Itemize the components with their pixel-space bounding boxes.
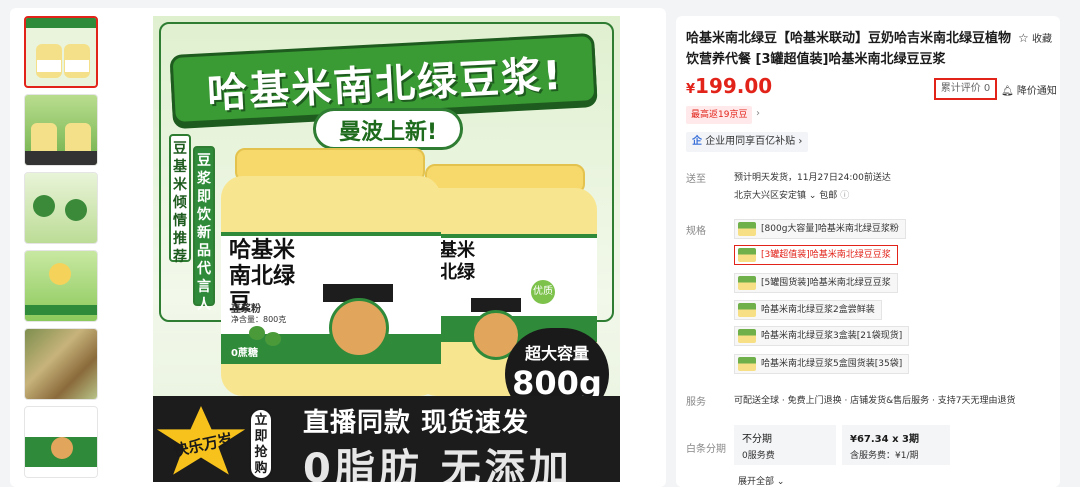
- bean-decoration: [249, 326, 265, 340]
- installment-label: 白条分期: [686, 444, 726, 455]
- bean-decoration: [265, 332, 281, 346]
- price: ¥199.00: [686, 74, 772, 98]
- spec-option[interactable]: 哈基米南北绿豆浆5盒囤货装[35袋]: [734, 354, 910, 374]
- spec-option-label: [5罐囤货装]哈基米南北绿豆豆浆: [761, 278, 891, 288]
- capacity-label: 超大容量: [524, 344, 589, 363]
- vertical-tag-right: 豆浆即饮新品代言人: [193, 146, 215, 313]
- spec-option[interactable]: [5罐囤货装]哈基米南北绿豆豆浆: [734, 273, 898, 293]
- spec-thumbnail: [738, 248, 756, 262]
- review-count[interactable]: 累计评价 0: [934, 78, 997, 100]
- subline-text: 曼波上新!: [338, 120, 438, 145]
- chevron-down-icon[interactable]: ⌄: [809, 191, 819, 201]
- cat-mascot: [329, 298, 389, 358]
- spec-label: 规格: [686, 226, 706, 237]
- price-currency: ¥: [686, 82, 696, 97]
- bell-icon: 🔔︎: [1001, 86, 1014, 97]
- price-value: 199.00: [695, 74, 773, 98]
- zero-fat-text: 0脂肪 无添加: [303, 446, 573, 482]
- vertical-tag-left: 豆基米倾情推荐: [169, 134, 191, 265]
- thumbnail-3[interactable]: [24, 172, 98, 244]
- youzhi-badge: 优质: [531, 280, 555, 304]
- enterprise-icon: 企: [692, 136, 702, 147]
- product-gallery: 哈基米南北绿豆浆! 曼波上新! 豆基米倾情推荐 豆浆即饮新品代言人 哈基米南北绿…: [10, 8, 666, 487]
- product-info-panel: 哈基米南北绿豆【哈基米联动】豆奶哈吉米南北绿豆植物饮营养代餐 [3罐超值装]哈基…: [676, 16, 1060, 487]
- shipping-estimate: 预计明天发货，11月27日24:00前送达: [734, 173, 891, 183]
- spec-thumbnail: [738, 329, 756, 343]
- spec-option[interactable]: 哈基米南北绿豆浆3盒装[21袋现货]: [734, 326, 910, 346]
- chevron-down-icon: ⌄: [776, 477, 785, 487]
- spec-option-label: 哈基米南北绿豆浆2盒尝鲜装: [761, 305, 875, 315]
- spec-thumbnail: [738, 357, 756, 371]
- info-icon[interactable]: ⓘ: [840, 191, 849, 201]
- installment-option[interactable]: 不分期 0服务费: [734, 425, 836, 465]
- main-product-image: 哈基米南北绿豆浆! 曼波上新! 豆基米倾情推荐 豆浆即饮新品代言人 哈基米南北绿…: [153, 16, 620, 482]
- installment-sub: 0服务费: [742, 451, 775, 461]
- thumbnail-1[interactable]: [24, 16, 98, 88]
- spec-option-label: 哈基米南北绿豆浆5盒囤货装[35袋]: [761, 359, 903, 369]
- chevron-right-icon: ›: [798, 136, 803, 147]
- service-label: 服务: [686, 397, 706, 408]
- service-text: 可配送全球 · 免费上门退换 · 店铺发货&售后服务 · 支持7天无理由退货: [734, 396, 1016, 406]
- thumbnail-list: [24, 16, 98, 484]
- thumbnail-5[interactable]: [24, 328, 98, 400]
- chevron-right-icon[interactable]: ›: [756, 108, 760, 119]
- thumbnail-6[interactable]: [24, 406, 98, 478]
- live-text: 直播同款 现货速发: [303, 408, 530, 438]
- enterprise-subsidy-link[interactable]: 企 企业用同享百亿补贴 ›: [686, 132, 809, 152]
- favorite-label: 收藏: [1031, 34, 1052, 45]
- jar-sugar-label: 0蔗糖: [231, 348, 258, 359]
- installment-option[interactable]: ¥67.34 x 3期 含服务费：¥1/期: [842, 425, 950, 465]
- spec-option-label: 哈基米南北绿豆浆3盒装[21袋现货]: [761, 331, 903, 341]
- enterprise-label: 企业用同享百亿补贴: [705, 136, 796, 147]
- address-selector[interactable]: 北京大兴区安定镇: [734, 191, 806, 201]
- shipping-address-row: 北京大兴区安定镇 ⌄ 包邮 ⓘ: [734, 188, 849, 201]
- spec-thumbnail: [738, 303, 756, 317]
- spec-option-label: [3罐超值装]哈基米南北绿豆豆浆: [761, 250, 891, 260]
- product-page: 哈基米南北绿豆浆! 曼波上新! 豆基米倾情推荐 豆浆即饮新品代言人 哈基米南北绿…: [0, 0, 1080, 487]
- expand-all-button[interactable]: 展开全部 ⌄: [738, 474, 784, 487]
- expand-all-label: 展开全部: [738, 477, 775, 487]
- buy-now-tag: 立即抢购: [249, 408, 273, 480]
- coupon-badge[interactable]: 最高返19京豆: [686, 106, 753, 124]
- jar-weight-label: 净含量：800克: [231, 315, 287, 324]
- free-shipping-label: 包邮: [819, 191, 838, 201]
- spec-option[interactable]: 哈基米南北绿豆浆2盒尝鲜装: [734, 300, 882, 320]
- spec-option[interactable]: [800g大容量]哈基米南北绿豆浆粉: [734, 219, 906, 239]
- jar-sub-label: 豆浆粉: [231, 304, 261, 315]
- shipping-label: 送至: [686, 174, 706, 185]
- star-outline-icon: ☆: [1018, 31, 1029, 45]
- installment-sub: 含服务费：¥1/期: [850, 451, 919, 461]
- thumbnail-4[interactable]: [24, 250, 98, 322]
- spec-thumbnail: [738, 276, 756, 290]
- spec-option-label: [800g大容量]哈基米南北绿豆浆粉: [761, 224, 899, 234]
- thumbnail-2[interactable]: [24, 94, 98, 166]
- spec-option-selected[interactable]: [3罐超值装]哈基米南北绿豆豆浆: [734, 245, 898, 265]
- installment-title: 不分期: [742, 434, 772, 445]
- price-alert-button[interactable]: 🔔︎ 降价通知: [1001, 82, 1057, 97]
- installment-title: ¥67.34 x 3期: [850, 434, 919, 445]
- favorite-button[interactable]: ☆ 收藏: [1018, 30, 1052, 45]
- spec-thumbnail: [738, 222, 756, 236]
- product-title: 哈基米南北绿豆【哈基米联动】豆奶哈吉米南北绿豆植物饮营养代餐 [3罐超值装]哈基…: [686, 31, 1012, 67]
- price-alert-label: 降价通知: [1016, 86, 1057, 97]
